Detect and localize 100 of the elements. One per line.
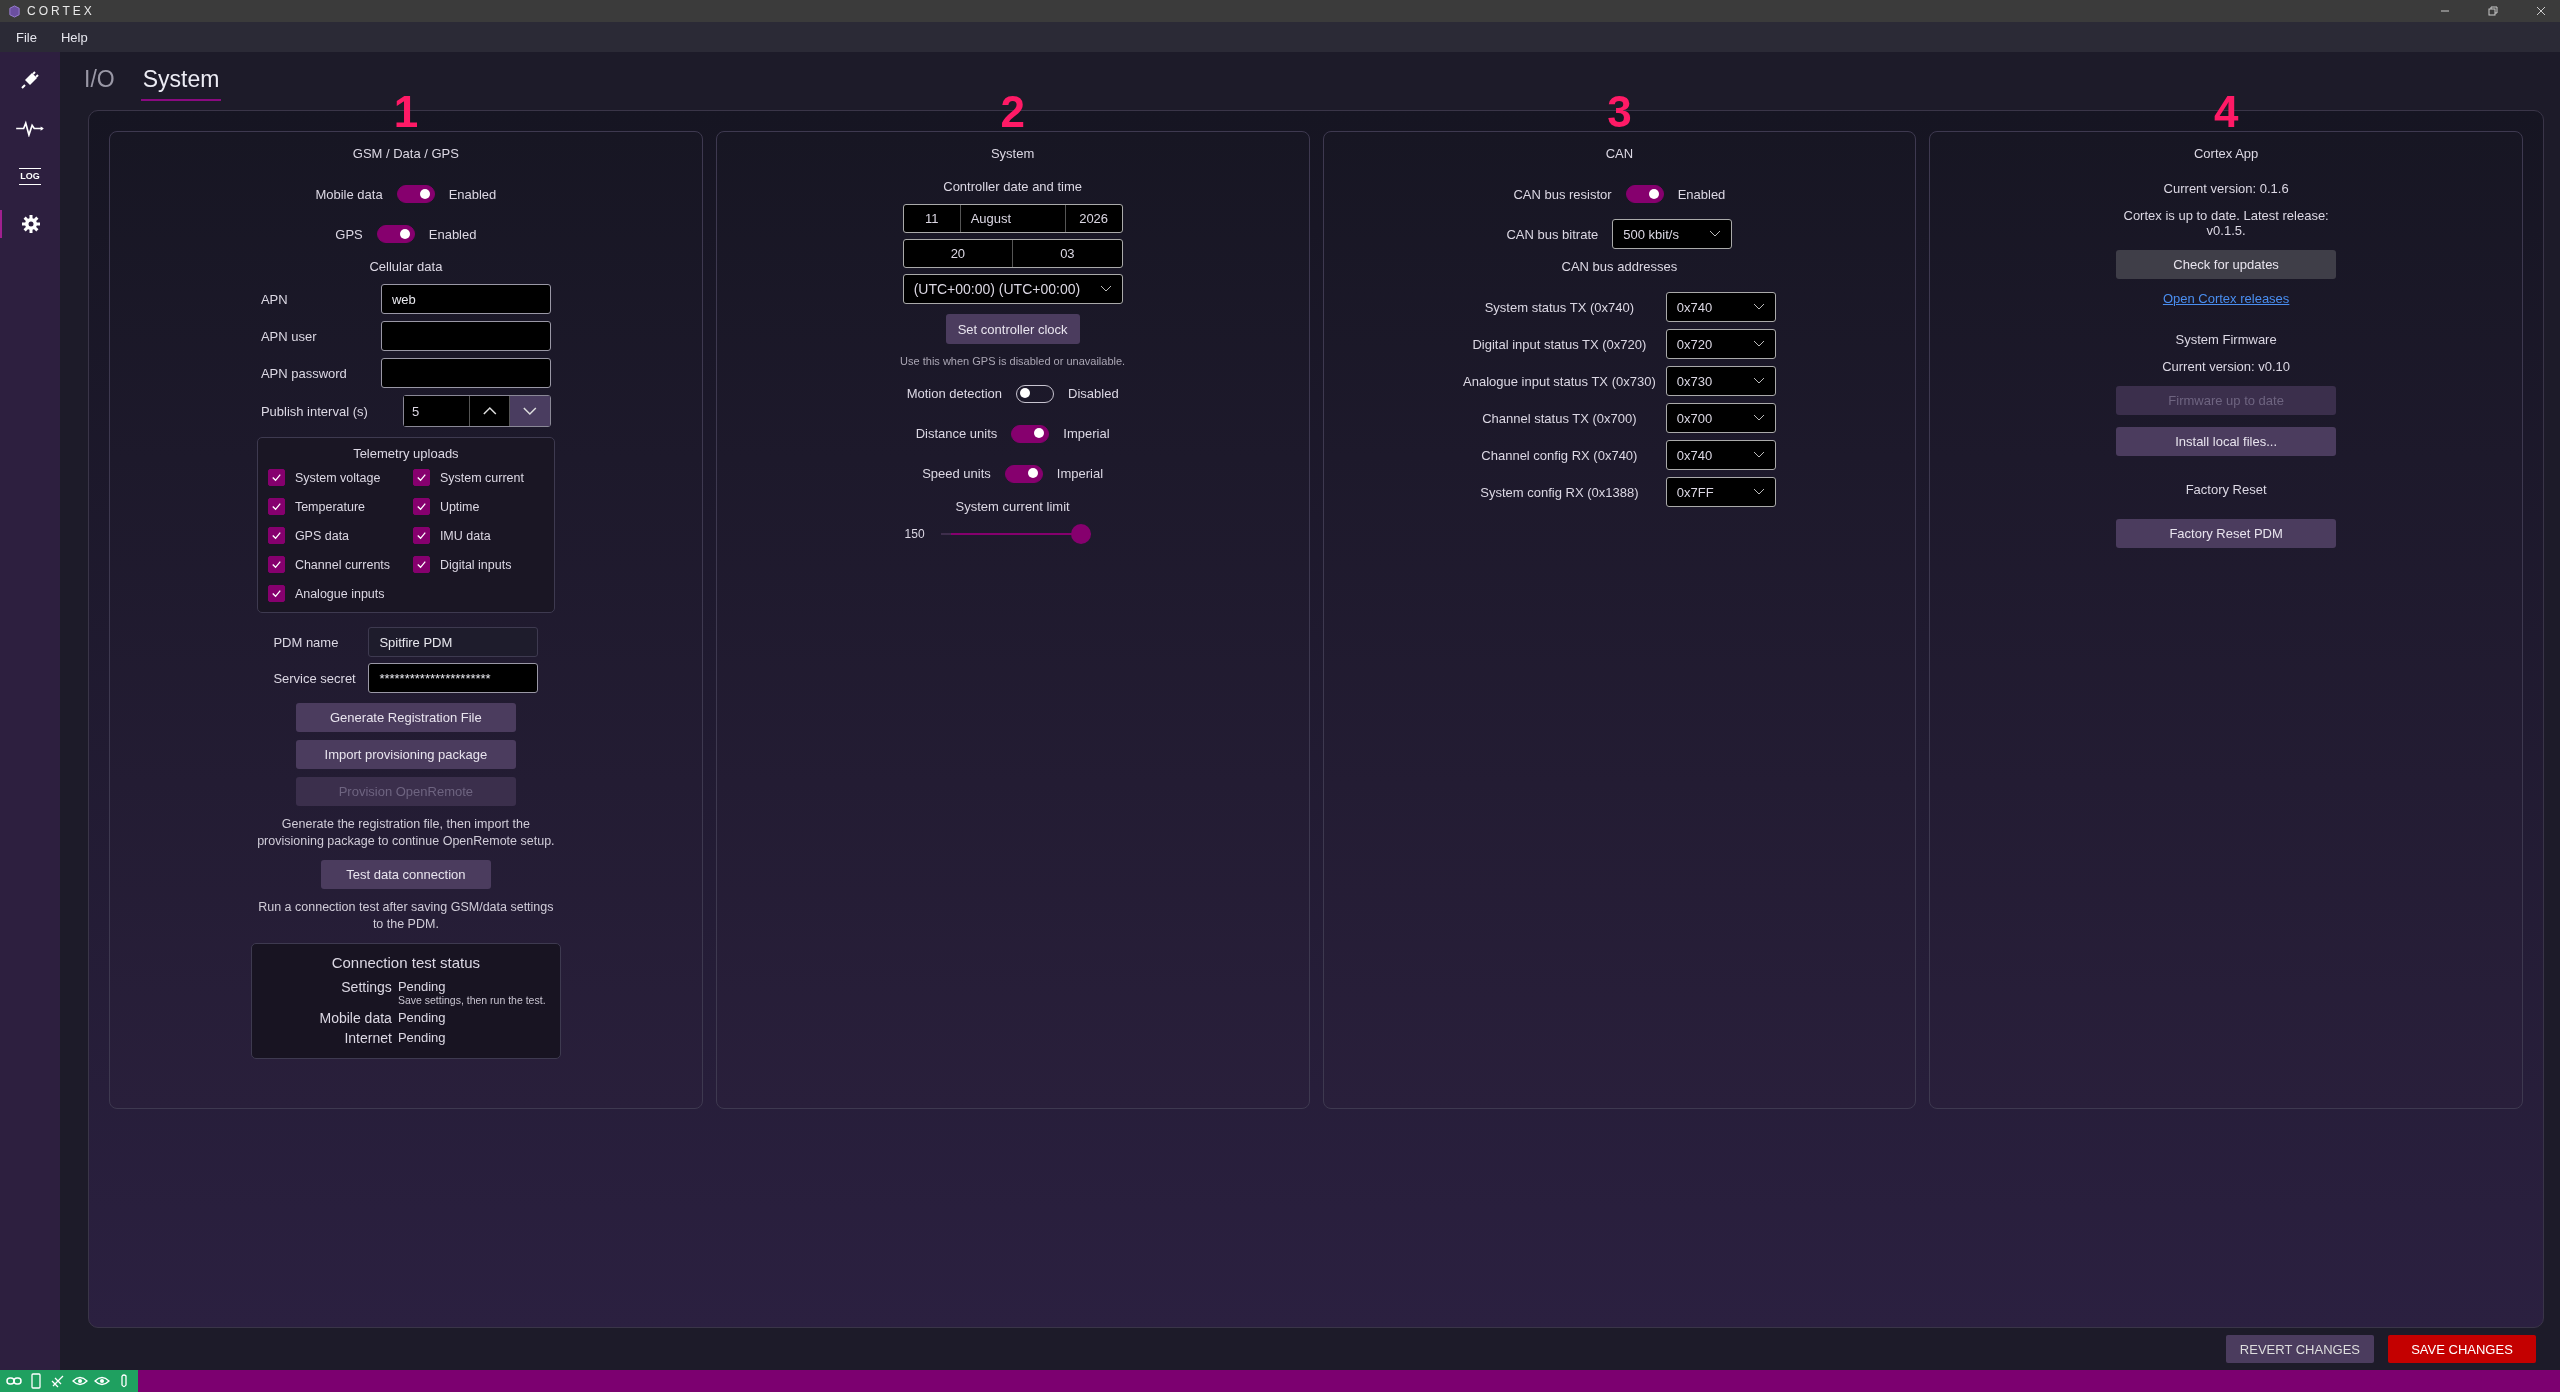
field-label: APN (260, 291, 289, 307)
chevron-down-icon (1752, 488, 1765, 496)
checkbox[interactable] (267, 469, 285, 486)
panel-title: System (990, 146, 1035, 161)
plug-icon (20, 70, 40, 90)
test-connection-button[interactable]: Test data connection (320, 859, 491, 889)
toggle-state: Imperial (1063, 426, 1110, 442)
field-label: CAN bus bitrate (1506, 226, 1599, 242)
status-label: Mobile data (318, 1009, 392, 1026)
checkbox[interactable] (267, 585, 285, 602)
toggle-switch[interactable] (376, 225, 415, 243)
app-title: CORTEX (27, 4, 95, 18)
pulse-icon (15, 119, 45, 137)
factory-reset-button[interactable]: Factory Reset PDM (2116, 519, 2337, 548)
section-title: Factory Reset (2185, 482, 2267, 497)
footer-button[interactable]: REVERT CHANGES (2225, 1335, 2374, 1363)
checkbox[interactable] (412, 469, 430, 486)
panel-title: GSM / Data / GPS (352, 146, 459, 161)
checkbox[interactable] (412, 527, 430, 544)
checkbox-label: GPS data (294, 528, 350, 543)
chevron-down-icon (1752, 414, 1765, 422)
firmware-button[interactable]: Install local files... (2116, 427, 2337, 456)
address-label: System config RX (0x1388) (1480, 484, 1639, 500)
status-value: Pending (397, 978, 447, 994)
status-value: Pending (397, 1009, 447, 1025)
address-dropdown[interactable]: 0x720 (1665, 329, 1776, 359)
section-title: CAN bus addresses (1561, 259, 1678, 274)
panel-number: 2 (1000, 90, 1025, 134)
help-text: Use this when GPS is disabled or unavailable. (900, 354, 1126, 369)
bitrate-dropdown[interactable]: 500 kbit/s (1612, 219, 1733, 249)
panel-number: 3 (1607, 90, 1632, 134)
text-field[interactable] (380, 358, 551, 388)
box-title: Connection test status (331, 953, 481, 971)
action-button[interactable]: Generate Registration File (295, 703, 516, 732)
toggle-label: CAN bus resistor (1513, 186, 1612, 202)
toggle-label: Motion detection (906, 386, 1003, 402)
check-updates-button[interactable]: Check for updates (2116, 250, 2337, 279)
chevron-down-icon (1752, 303, 1765, 311)
log-label: LOG (19, 167, 41, 185)
address-dropdown[interactable]: 0x700 (1665, 403, 1776, 433)
chevron-down-icon (1752, 377, 1765, 385)
address-label: Digital input status TX (0x720) (1472, 336, 1647, 352)
restore-icon[interactable] (2488, 6, 2498, 16)
toggle-label: Mobile data (315, 186, 383, 202)
address-dropdown[interactable]: 0x7FF (1665, 477, 1776, 507)
tab[interactable]: I/O (82, 59, 117, 101)
releases-link[interactable]: Open Cortex releases (2162, 291, 2290, 306)
set-clock-button[interactable]: Set controller clock (945, 314, 1080, 344)
address-label: System status TX (0x740) (1484, 299, 1635, 315)
toggle-state: Enabled (448, 186, 497, 202)
checkbox-label: System current (439, 470, 524, 485)
checkbox[interactable] (267, 498, 285, 515)
checkbox[interactable] (412, 556, 430, 573)
footer-button[interactable]: SAVE CHANGES (2388, 1335, 2536, 1363)
address-label: Channel config RX (0x740) (1481, 447, 1638, 463)
toggle-switch[interactable] (1011, 424, 1050, 443)
toggle-label: Speed units (922, 466, 991, 482)
date-field[interactable]: 11 August 2026 (902, 204, 1123, 233)
checkbox-label: Temperature (294, 499, 366, 514)
update-status-text: Cortex is up to date. Latest release: v0.1.5. (2122, 208, 2330, 238)
menu-item[interactable]: Help (60, 29, 88, 45)
checkbox[interactable] (267, 556, 285, 573)
checkbox[interactable] (267, 527, 285, 544)
toggle-switch[interactable] (1004, 464, 1043, 483)
slider-reading: 150 (904, 526, 925, 541)
password-field[interactable]: ********************** (368, 663, 539, 693)
toggle-state: Enabled (428, 226, 477, 242)
close-icon[interactable] (2536, 6, 2546, 16)
chevron-down-icon (1752, 451, 1765, 459)
box-title: Telemetry uploads (353, 446, 459, 461)
checkbox[interactable] (412, 498, 430, 515)
checkbox-label: IMU data (439, 528, 491, 543)
toggle-label: Distance units (915, 426, 998, 442)
field-label: APN user (260, 328, 318, 344)
menu-item[interactable]: File (16, 29, 37, 45)
sidebar-item[interactable]: LOG (0, 162, 60, 190)
text-field[interactable]: Spitfire PDM (368, 627, 539, 657)
phone-icon[interactable] (28, 1373, 44, 1389)
action-button[interactable]: Import provisioning package (295, 740, 516, 769)
tab[interactable]: System (140, 59, 222, 101)
address-dropdown[interactable]: 0x730 (1665, 366, 1776, 396)
address-dropdown[interactable]: 0x740 (1665, 292, 1776, 322)
checkbox-label: Analogue inputs (294, 586, 385, 601)
text-field[interactable]: web (380, 284, 551, 314)
section-title: Controller date and time (943, 179, 1082, 194)
time-field[interactable]: 20 03 (902, 239, 1123, 268)
text-field[interactable] (380, 321, 551, 351)
timezone-dropdown[interactable]: (UTC+00:00) (UTC+00:00) (902, 274, 1123, 304)
chevron-down-icon (1752, 340, 1765, 348)
panel-number: 1 (393, 90, 419, 134)
toggle-switch[interactable] (396, 185, 435, 203)
number-field[interactable]: 5 (402, 395, 551, 427)
panel-title: Cortex App (2193, 146, 2259, 161)
chevron-up-icon[interactable] (468, 396, 510, 426)
slider-thumb[interactable] (1070, 523, 1091, 544)
toggle-switch[interactable] (1625, 185, 1664, 203)
settings-icon (21, 214, 41, 234)
field-label: PDM name (273, 634, 340, 650)
address-dropdown[interactable]: 0x740 (1665, 440, 1776, 470)
status-note: Save settings, then run the test. (397, 993, 547, 1006)
